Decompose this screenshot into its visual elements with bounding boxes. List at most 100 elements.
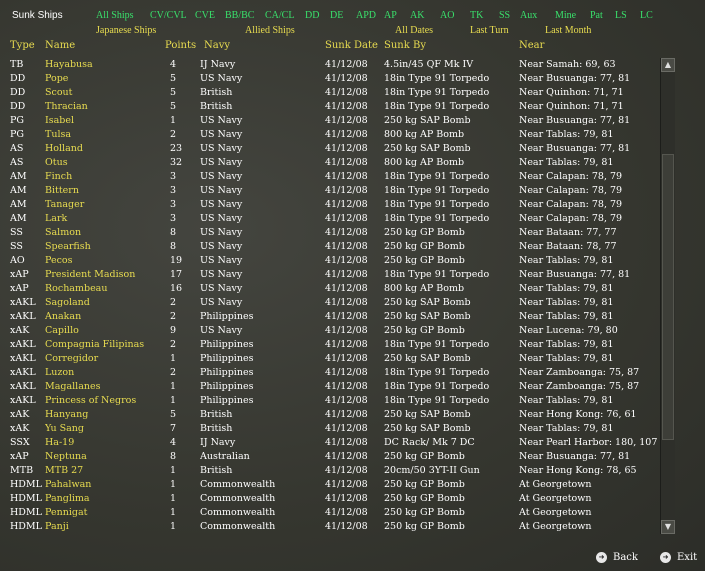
filter-de[interactable]: DE [330, 10, 343, 21]
filter-lc[interactable]: LC [640, 10, 653, 21]
cell-name[interactable]: Hayabusa [45, 58, 165, 72]
filter-tk[interactable]: TK [470, 10, 483, 21]
cell-name[interactable]: Tanager [45, 198, 165, 212]
vertical-scrollbar[interactable]: ▲ ▼ [660, 58, 675, 534]
filter-cve[interactable]: CVE [195, 10, 215, 21]
cell-name[interactable]: Pennigat [45, 506, 165, 520]
back-button[interactable]: ➜ Back [596, 552, 638, 563]
table-row[interactable]: SS Salmon 8 US Navy 41/12/08 250 kg GP Bomb Ne… [0, 226, 660, 240]
cell-name[interactable]: Compagnia Filipinas [45, 338, 165, 352]
header-sunk-by[interactable]: Sunk By [384, 40, 426, 51]
scrollbar-thumb[interactable] [662, 154, 674, 440]
cell-name[interactable]: Otus [45, 156, 165, 170]
filter-mine[interactable]: Mine [555, 10, 576, 21]
cell-name[interactable]: Panji [45, 520, 165, 534]
cell-name[interactable]: Rochambeau [45, 282, 165, 296]
scroll-up-icon[interactable]: ▲ [661, 58, 675, 72]
filter-last-month[interactable]: Last Month [545, 25, 591, 36]
cell-name[interactable]: Hanyang [45, 408, 165, 422]
cell-name[interactable]: Holland [45, 142, 165, 156]
header-sunk-date[interactable]: Sunk Date [325, 40, 378, 51]
cell-name[interactable]: Bittern [45, 184, 165, 198]
cell-name[interactable]: Thracian [45, 100, 165, 114]
cell-name[interactable]: Neptuna [45, 450, 165, 464]
exit-button[interactable]: ➜ Exit [660, 552, 697, 563]
table-row[interactable]: AM Tanager 3 US Navy 41/12/08 18in Type 91 To… [0, 198, 660, 212]
cell-name[interactable]: Sagoland [45, 296, 165, 310]
filter-all-dates[interactable]: All Dates [395, 25, 433, 36]
cell-name[interactable]: Isabel [45, 114, 165, 128]
table-row[interactable]: SSX Ha-19 4 IJ Navy 41/12/08 DC Rack/ Mk 7 DC… [0, 436, 660, 450]
cell-name[interactable]: Pahalwan [45, 478, 165, 492]
table-row[interactable]: HDML Panglima 1 Commonwealth 41/12/08 250 kg … [0, 492, 660, 506]
filter-dd[interactable]: DD [305, 10, 319, 21]
cell-name[interactable]: Luzon [45, 366, 165, 380]
cell-name[interactable]: Anakan [45, 310, 165, 324]
table-row[interactable]: xAP Neptuna 8 Australian 41/12/08 250 kg GP B… [0, 450, 660, 464]
table-row[interactable]: xAP President Madison 17 US Navy 41/12/08 18i… [0, 268, 660, 282]
table-row[interactable]: xAKL Sagoland 2 US Navy 41/12/08 250 kg SAP B… [0, 296, 660, 310]
filter-all-ships[interactable]: All Ships [96, 10, 134, 21]
table-row[interactable]: PG Tulsa 2 US Navy 41/12/08 800 kg AP Bomb Nea… [0, 128, 660, 142]
table-row[interactable]: PG Isabel 1 US Navy 41/12/08 250 kg SAP Bomb N… [0, 114, 660, 128]
filter-apd[interactable]: APD [356, 10, 376, 21]
cell-name[interactable]: MTB 27 [45, 464, 165, 478]
filter-ap[interactable]: AP [384, 10, 397, 21]
cell-name[interactable]: Magallanes [45, 380, 165, 394]
table-row[interactable]: xAKL Princess of Negros 1 Philippines 41/12/… [0, 394, 660, 408]
table-row[interactable]: DD Thracian 5 British 41/12/08 18in Type 91 T… [0, 100, 660, 114]
table-row[interactable]: MTB MTB 27 1 British 41/12/08 20cm/50 3YT-II … [0, 464, 660, 478]
filter-ao[interactable]: AO [440, 10, 454, 21]
filter-japanese-ships[interactable]: Japanese Ships [96, 25, 156, 36]
cell-name[interactable]: Princess of Negros [45, 394, 165, 408]
table-row[interactable]: xAK Yu Sang 7 British 41/12/08 250 kg SAP Bom… [0, 422, 660, 436]
filter-ss[interactable]: SS [499, 10, 510, 21]
filter-ca-cl[interactable]: CA/CL [265, 10, 294, 21]
header-points[interactable]: Points [165, 40, 196, 51]
filter-cv-cvl[interactable]: CV/CVL [150, 10, 187, 21]
cell-name[interactable]: Lark [45, 212, 165, 226]
header-name[interactable]: Name [45, 40, 75, 51]
table-row[interactable]: AO Pecos 19 US Navy 41/12/08 250 kg GP Bomb Ne… [0, 254, 660, 268]
table-row[interactable]: TB Hayabusa 4 IJ Navy 41/12/08 4.5in/45 QF Mk… [0, 58, 660, 72]
cell-name[interactable]: Corregidor [45, 352, 165, 366]
cell-name[interactable]: Yu Sang [45, 422, 165, 436]
header-type[interactable]: Type [10, 40, 35, 51]
table-row[interactable]: AM Lark 3 US Navy 41/12/08 18in Type 91 Torpe… [0, 212, 660, 226]
table-row[interactable]: DD Pope 5 US Navy 41/12/08 18in Type 91 Torpe… [0, 72, 660, 86]
scroll-down-icon[interactable]: ▼ [661, 520, 675, 534]
cell-name[interactable]: Panglima [45, 492, 165, 506]
filter-pat[interactable]: Pat [590, 10, 603, 21]
table-row[interactable]: xAKL Luzon 2 Philippines 41/12/08 18in Type 9… [0, 366, 660, 380]
cell-name[interactable]: Scout [45, 86, 165, 100]
table-row[interactable]: AS Otus 32 US Navy 41/12/08 800 kg AP Bomb Nea… [0, 156, 660, 170]
cell-name[interactable]: Capillo [45, 324, 165, 338]
table-row[interactable]: xAKL Compagnia Filipinas 2 Philippines 41/12… [0, 338, 660, 352]
table-row[interactable]: DD Scout 5 British 41/12/08 18in Type 91 Torp… [0, 86, 660, 100]
filter-last-turn[interactable]: Last Turn [470, 25, 509, 36]
table-row[interactable]: AS Holland 23 US Navy 41/12/08 250 kg SAP Bom… [0, 142, 660, 156]
table-row[interactable]: HDML Pahalwan 1 Commonwealth 41/12/08 250 kg … [0, 478, 660, 492]
filter-aux[interactable]: Aux [520, 10, 537, 21]
table-row[interactable]: HDML Panji 1 Commonwealth 41/12/08 250 kg GP … [0, 520, 660, 534]
header-navy[interactable]: Navy [204, 40, 230, 51]
filter-ls[interactable]: LS [615, 10, 627, 21]
filter-allied-ships[interactable]: Allied Ships [245, 25, 295, 36]
table-row[interactable]: xAP Rochambeau 16 US Navy 41/12/08 800 kg AP … [0, 282, 660, 296]
cell-name[interactable]: Finch [45, 170, 165, 184]
cell-name[interactable]: President Madison [45, 268, 165, 282]
header-near[interactable]: Near [519, 40, 544, 51]
filter-bb-bc[interactable]: BB/BC [225, 10, 254, 21]
table-row[interactable]: HDML Pennigat 1 Commonwealth 41/12/08 250 kg … [0, 506, 660, 520]
cell-name[interactable]: Salmon [45, 226, 165, 240]
cell-name[interactable]: Spearfish [45, 240, 165, 254]
cell-name[interactable]: Pecos [45, 254, 165, 268]
table-row[interactable]: SS Spearfish 8 US Navy 41/12/08 250 kg GP Bom… [0, 240, 660, 254]
cell-name[interactable]: Ha-19 [45, 436, 165, 450]
table-row[interactable]: xAKL Corregidor 1 Philippines 41/12/08 250 kg… [0, 352, 660, 366]
table-row[interactable]: xAKL Anakan 2 Philippines 41/12/08 250 kg SAP… [0, 310, 660, 324]
table-row[interactable]: xAKL Magallanes 1 Philippines 41/12/08 18in T… [0, 380, 660, 394]
table-row[interactable]: xAK Hanyang 5 British 41/12/08 250 kg SAP Bom… [0, 408, 660, 422]
table-row[interactable]: xAK Capillo 9 US Navy 41/12/08 250 kg GP Bomb… [0, 324, 660, 338]
table-row[interactable]: AM Finch 3 US Navy 41/12/08 18in Type 91 Torp… [0, 170, 660, 184]
